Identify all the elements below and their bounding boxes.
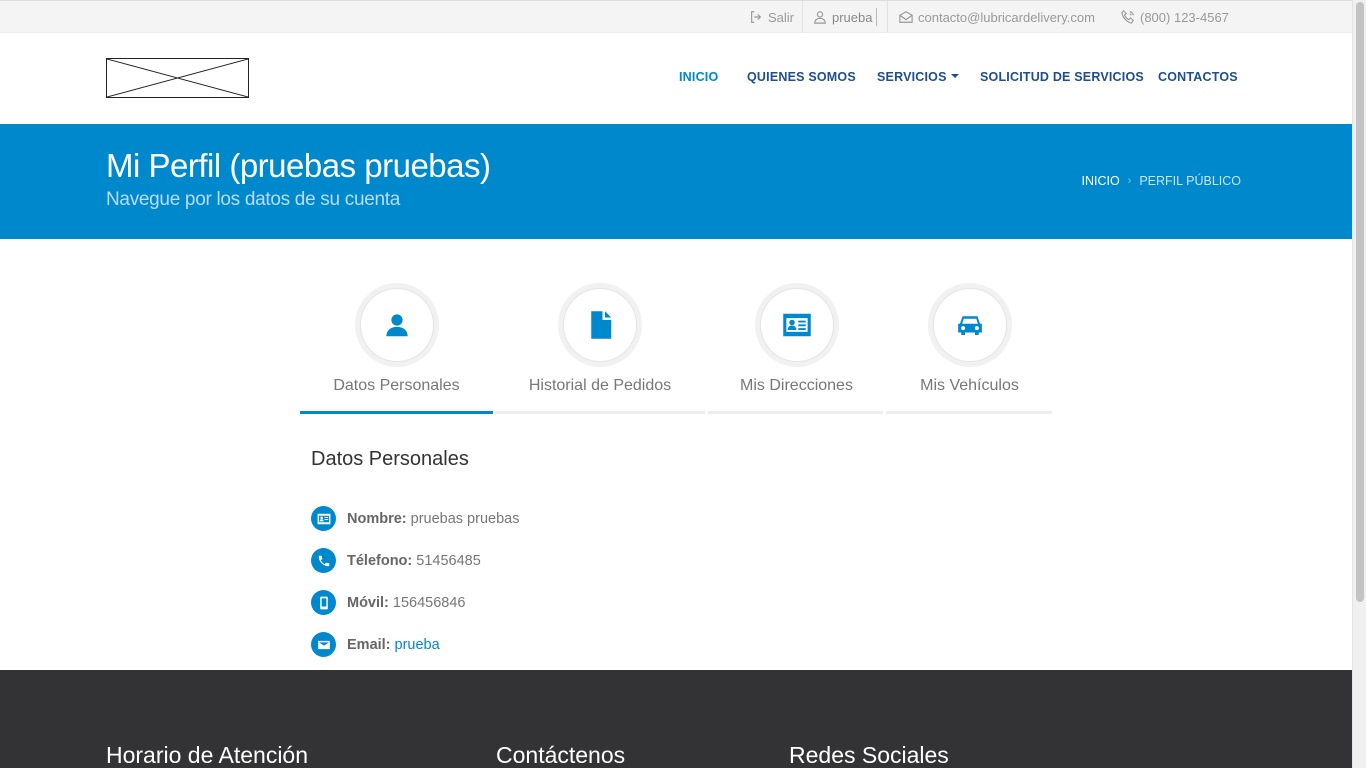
page-subtitle: Navegue por los datos de su cuenta [106,189,401,210]
nav-inicio[interactable]: INICIO [679,70,718,84]
tab-datos-personales[interactable]: Datos Personales [330,283,463,395]
nav-quienes-somos[interactable]: QUIENES SOMOS [747,70,856,84]
vertical-scrollbar[interactable] [1352,0,1366,768]
tab-icon-inner [563,288,637,362]
tab-indicator [886,411,1052,414]
breadcrumb-current: PERFIL PÚBLICO [1139,174,1241,188]
tab-icon-inner [932,288,1007,362]
envelope-open-icon [899,11,913,23]
nav-label: SERVICIOS [877,70,947,84]
document-icon [591,311,612,339]
tab-icon-circle [558,283,642,367]
envelope-icon [311,632,336,657]
contact-email[interactable]: contacto@lubricardelivery.com [899,1,1095,33]
chevron-right-icon: › [1127,175,1132,187]
tab-icon-inner [359,288,434,362]
tab-historial-de-pedidos[interactable]: Historial de Pedidos [524,283,676,395]
tab-indicator [708,411,883,414]
breadcrumb-home[interactable]: INICIO [1081,174,1119,188]
tab-icon-inner [759,288,834,362]
field-telefono: Télefono: 51456485 [311,548,481,573]
nav-label: CONTACTOS [1158,70,1238,84]
caret-down-icon [950,73,959,78]
tab-icon-circle [754,283,839,367]
tab-label: Mis Direcciones [740,377,853,394]
field-value: 51456485 [416,552,481,569]
tab-mis-vehiculos[interactable]: Mis Vehículos [918,283,1021,395]
id-card-icon [311,506,336,531]
footer-heading-redes: Redes Sociales [789,742,949,768]
email-link[interactable]: prueba [395,637,440,653]
main-header: INICIO QUIENES SOMOS SERVICIOS SOLICITUD… [0,33,1352,124]
field-email: Email: prueba [311,632,440,657]
section-title: Datos Personales [311,448,469,470]
field-label: Nombre: [347,510,407,527]
tab-indicator-active [300,411,493,414]
nav-servicios[interactable]: SERVICIOS [877,70,959,84]
phone-icon [1121,10,1134,24]
field-nombre: Nombre: pruebas pruebas [311,506,519,531]
field-label: Email: [347,636,391,653]
site-footer: Horario de Atención Contáctenos Redes So… [0,670,1352,768]
nav-contactos[interactable]: CONTACTOS [1158,70,1238,84]
tab-mis-direcciones[interactable]: Mis Direcciones [737,283,856,395]
field-value: 156456846 [392,594,466,611]
nav-label: QUIENES SOMOS [747,70,856,84]
tab-indicator [495,411,705,414]
field-movil: Móvil: 156456846 [311,590,465,615]
contact-email-text: contacto@lubricardelivery.com [918,9,1095,25]
broken-image-icon [106,58,249,98]
divider [802,1,803,33]
contact-phone-text: (800) 123-4567 [1140,9,1229,25]
divider [887,1,888,33]
field-label: Móvil: [347,594,389,611]
page-title: Mi Perfil (pruebas pruebas) [106,147,491,184]
footer-heading-contacto: Contáctenos [496,742,626,768]
car-icon [957,316,982,335]
user-name-field[interactable] [832,8,877,26]
tab-icon-circle [354,283,439,367]
breadcrumb: INICIO › PERFIL PÚBLICO [1081,174,1241,188]
tab-label: Historial de Pedidos [528,377,672,394]
site-logo[interactable] [106,58,249,98]
contact-phone[interactable]: (800) 123-4567 [1121,1,1229,33]
footer-heading-horario: Horario de Atención [106,742,309,768]
nav-solicitud-de-servicios[interactable]: SOLICITUD DE SERVICIOS [980,70,1144,84]
tab-label: Datos Personales [333,377,460,394]
page-banner: Mi Perfil (pruebas pruebas) Navegue por … [0,124,1352,239]
logout-link[interactable]: Salir [749,1,794,33]
top-bar: Salir contacto@lubricardelivery.com (800… [0,0,1352,33]
tab-label: Mis Vehículos [920,377,1019,394]
tab-icon-circle [927,283,1012,367]
field-label: Télefono: [347,552,413,569]
user-icon [385,314,408,337]
nav-label: SOLICITUD DE SERVICIOS [980,70,1144,84]
phone-icon [311,548,336,573]
user-account[interactable] [813,1,877,33]
user-icon [814,11,826,24]
id-card-icon [782,313,811,337]
nav-label: INICIO [679,70,719,84]
logout-label: Salir [768,9,795,25]
mobile-icon [311,590,336,615]
scrollbar-thumb[interactable] [1356,2,1364,602]
field-value: pruebas pruebas [410,510,520,527]
sign-out-icon [751,11,762,23]
